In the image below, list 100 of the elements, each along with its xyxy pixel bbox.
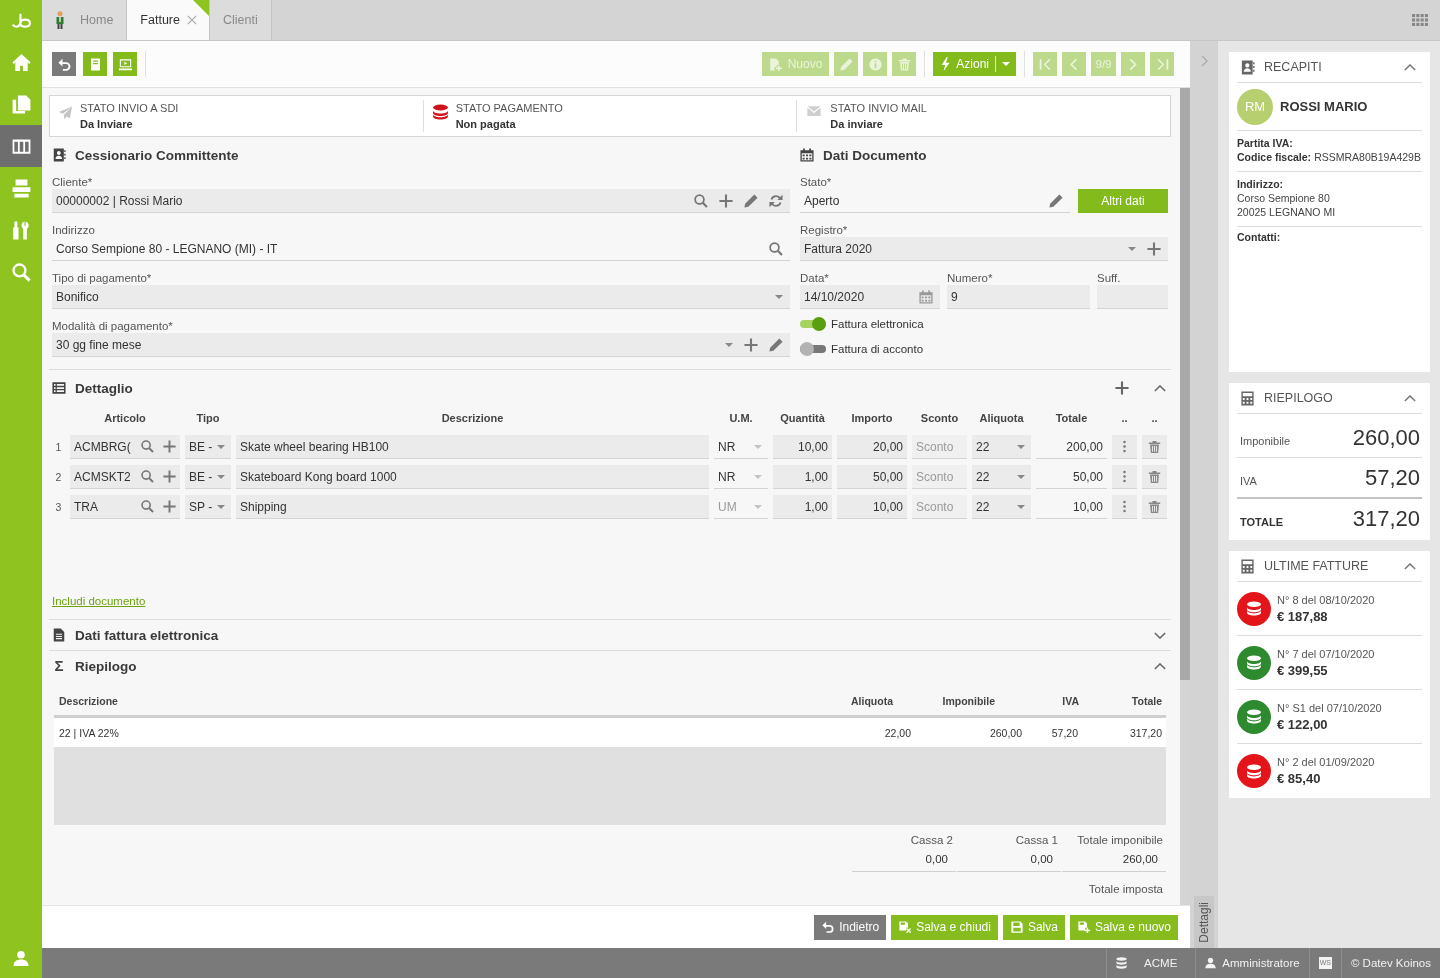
input-field[interactable]: ACMSKT2	[70, 465, 180, 489]
pencil-icon[interactable]	[1049, 193, 1063, 208]
trash-icon	[897, 57, 911, 71]
dropdown-field[interactable]: SP -	[185, 495, 231, 519]
caret-icon[interactable]	[1017, 474, 1025, 479]
caret-icon[interactable]	[1128, 246, 1136, 251]
caret-icon[interactable]	[754, 444, 762, 449]
input-field[interactable]: Shipping	[236, 495, 709, 519]
plus-icon[interactable]	[1147, 241, 1161, 256]
input-field[interactable]: 10,00	[773, 435, 832, 459]
tab[interactable]: Fatture	[127, 0, 210, 40]
close-icon[interactable]	[186, 15, 197, 25]
user-icon[interactable]	[13, 950, 29, 967]
input-field[interactable]: 20,00	[837, 435, 907, 459]
status-text: © Datev Koinos	[1350, 957, 1431, 969]
dropdown-field[interactable]: NR	[714, 435, 768, 459]
pencil-icon[interactable]	[769, 337, 783, 352]
dropdown-field[interactable]: BE -	[185, 465, 231, 489]
back-button[interactable]: Indietro	[814, 914, 887, 940]
sidebar-button[interactable]	[0, 125, 42, 167]
field-label: Data*	[800, 271, 830, 285]
plus-icon[interactable]	[719, 193, 733, 208]
input-field[interactable]: Aperto	[800, 189, 1070, 213]
dropdown-field[interactable]: 30 gg fine mese	[52, 333, 790, 357]
more-button[interactable]	[1112, 495, 1137, 519]
pencil-icon[interactable]	[744, 193, 758, 208]
chevron-down-icon[interactable]	[1154, 631, 1166, 639]
invoice-title[interactable]: N° 8 del 08/10/2020	[1277, 592, 1375, 608]
calendar-icon[interactable]	[919, 289, 933, 304]
search-icon[interactable]	[141, 470, 154, 483]
chevron-up-icon[interactable]	[1404, 394, 1416, 402]
toggle-switch[interactable]	[800, 342, 826, 356]
kebab-icon	[1123, 500, 1126, 513]
sync-icon[interactable]	[769, 193, 783, 208]
dropdown-field[interactable]: 22	[972, 435, 1031, 459]
search-icon[interactable]	[694, 193, 708, 208]
toggle-switch[interactable]	[800, 317, 826, 331]
dropdown-field[interactable]: Bonifico	[52, 285, 790, 309]
scroll-thumb[interactable]	[1180, 88, 1190, 680]
chevron-up-icon[interactable]	[1154, 384, 1166, 392]
search-icon[interactable]	[141, 440, 154, 453]
card-title: RIEPILOGO	[1264, 391, 1333, 405]
caret-icon[interactable]	[217, 444, 225, 449]
input-field[interactable]: 10,00	[837, 495, 907, 519]
dropdown-field[interactable]: Fattura 2020	[800, 237, 1168, 261]
dropdown-field[interactable]: 22	[972, 465, 1031, 489]
input-field[interactable]: 10,00	[1036, 495, 1107, 519]
caret-icon[interactable]	[217, 504, 225, 509]
search-icon[interactable]	[141, 500, 154, 513]
preview-button[interactable]	[113, 52, 137, 76]
input-field[interactable]: ACMBRG(	[70, 435, 180, 459]
input-field[interactable]: 200,00	[1036, 435, 1107, 459]
input-field[interactable]: 9	[947, 285, 1090, 309]
invoice-title[interactable]: N° S1 del 07/10/2020	[1277, 700, 1382, 716]
chevron-up-icon[interactable]	[1404, 562, 1416, 570]
undo-button[interactable]	[52, 52, 76, 76]
invoice-title[interactable]: N° 2 del 01/09/2020	[1277, 755, 1375, 770]
chevron-right-icon[interactable]	[1200, 55, 1208, 67]
more-button[interactable]	[1112, 435, 1137, 459]
input-field[interactable]: 1,00	[773, 465, 832, 489]
date-field[interactable]: 14/10/2020	[800, 285, 940, 309]
invoice-title[interactable]: N° 7 del 07/10/2020	[1277, 646, 1375, 662]
chevron-up-icon[interactable]	[1154, 662, 1166, 670]
caret-icon[interactable]	[1017, 504, 1025, 509]
input-field[interactable]: TRA	[70, 495, 180, 519]
apps-grid-icon[interactable]	[1412, 14, 1428, 26]
delete-button[interactable]	[1142, 435, 1167, 459]
list-icon	[52, 381, 66, 395]
input-field[interactable]: 1,00	[773, 495, 832, 519]
delete-button[interactable]	[1142, 495, 1167, 519]
input-field[interactable]: Skateboard Kong board 1000	[236, 465, 709, 489]
caret-icon[interactable]	[775, 294, 783, 299]
input-field[interactable]: 00000002 | Rossi Mario	[52, 189, 790, 213]
chevron-up-icon[interactable]	[1404, 63, 1416, 71]
delete-button[interactable]	[1142, 465, 1167, 489]
caret-icon[interactable]	[754, 504, 762, 509]
plus-icon[interactable]	[163, 470, 176, 483]
pencil-icon	[839, 57, 853, 71]
input-field[interactable]: 50,00	[1036, 465, 1107, 489]
dropdown-field[interactable]: 22	[972, 495, 1031, 519]
plus-icon[interactable]	[1115, 381, 1129, 395]
plus-icon[interactable]	[163, 440, 176, 453]
more-button[interactable]	[1112, 465, 1137, 489]
input-field[interactable]: Skate wheel bearing HB100	[236, 435, 709, 459]
caret-icon[interactable]	[754, 474, 762, 479]
caret-icon[interactable]	[725, 342, 733, 347]
input-field[interactable]: 50,00	[837, 465, 907, 489]
coins-icon	[431, 104, 449, 121]
details-tab[interactable]: Dettagli	[1194, 896, 1214, 948]
input-field[interactable]	[1097, 285, 1168, 309]
plus-icon[interactable]	[744, 337, 758, 352]
plus-icon[interactable]	[163, 500, 176, 513]
caret-icon[interactable]	[1017, 444, 1025, 449]
dropdown-field[interactable]: NR	[714, 465, 768, 489]
dropdown-field[interactable]: BE -	[185, 435, 231, 459]
caret-icon[interactable]	[217, 474, 225, 479]
search-icon[interactable]	[769, 241, 783, 256]
person-figure-icon	[55, 11, 65, 29]
input-field[interactable]: Corso Sempione 80 - LEGNANO (MI) - IT	[52, 237, 790, 261]
help-button[interactable]	[83, 52, 107, 76]
